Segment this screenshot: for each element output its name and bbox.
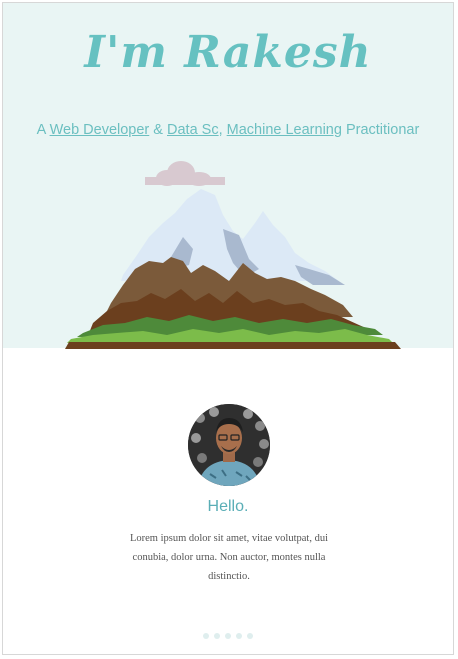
carousel-dot-4[interactable] bbox=[236, 633, 242, 639]
tagline-separator-1: & bbox=[149, 122, 167, 138]
tagline-separator-2: , bbox=[218, 122, 227, 138]
avatar bbox=[188, 404, 270, 486]
snow-shade-far bbox=[295, 265, 345, 285]
bio-text: Lorem ipsum dolor sit amet, vitae volutp… bbox=[129, 533, 328, 582]
machine-learning-link[interactable]: Machine Learning bbox=[227, 122, 342, 138]
profile-photo-icon bbox=[188, 404, 270, 486]
carousel-dot-3[interactable] bbox=[225, 633, 231, 639]
carousel-dot-5[interactable] bbox=[247, 633, 253, 639]
mountain-illustration bbox=[65, 161, 401, 349]
greeting-heading: Hello. bbox=[207, 498, 249, 515]
data-science-link[interactable]: Data Sc bbox=[167, 122, 219, 138]
carousel-dots bbox=[3, 633, 453, 639]
tagline-suffix: Practitionar bbox=[341, 122, 420, 138]
page-frame: I'm Rakesh A Web Developer & Data Sc, Ma… bbox=[2, 2, 454, 655]
carousel-dot-2[interactable] bbox=[214, 633, 220, 639]
web-developer-link[interactable]: Web Developer bbox=[50, 122, 150, 138]
tagline-prefix: A bbox=[36, 122, 50, 138]
profile-section: Hello. Lorem ipsum dolor sit amet, vitae… bbox=[3, 348, 453, 654]
cloud-icon bbox=[145, 161, 225, 186]
carousel-dot-1[interactable] bbox=[203, 633, 209, 639]
page-title: I'm Rakesh bbox=[84, 27, 372, 78]
tagline: A Web Developer & Data Sc, Machine Learn… bbox=[3, 122, 453, 138]
hero-section: I'm Rakesh A Web Developer & Data Sc, Ma… bbox=[3, 3, 453, 349]
